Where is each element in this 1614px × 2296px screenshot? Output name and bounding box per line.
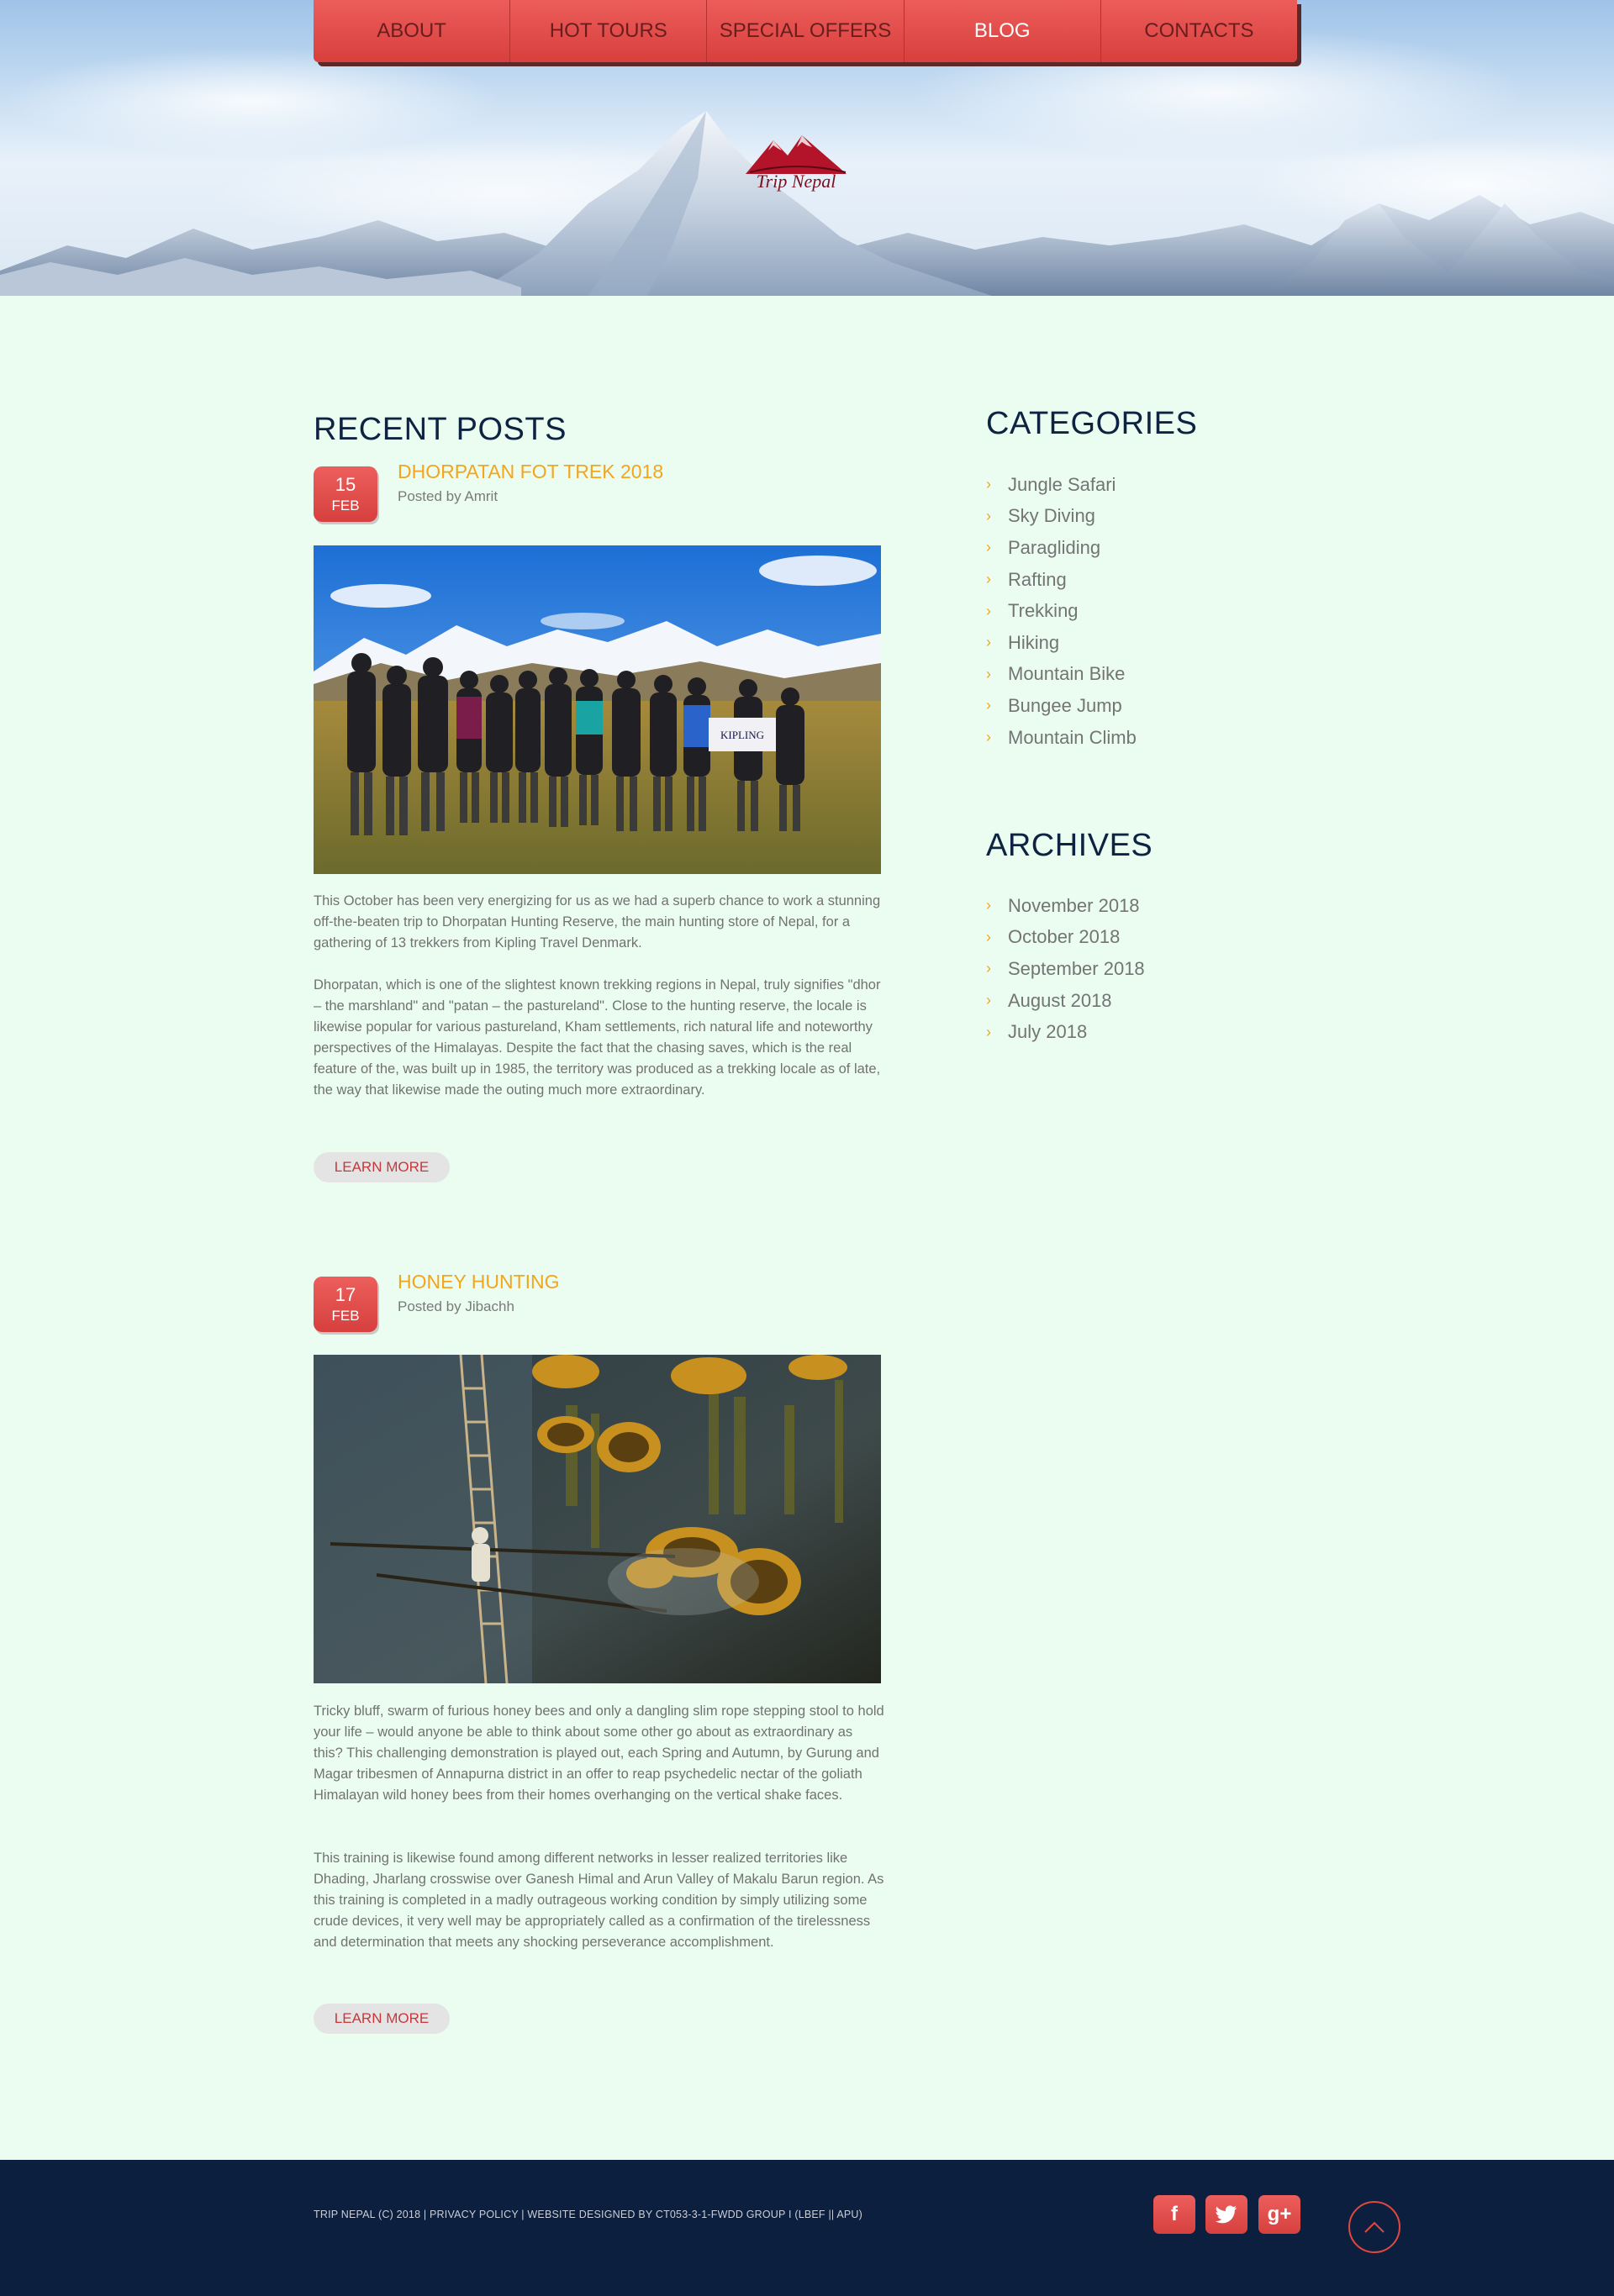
back-to-top-button[interactable] bbox=[1348, 2201, 1400, 2253]
chevron-right-icon: › bbox=[986, 1023, 991, 1040]
post-day: 17 bbox=[335, 1284, 356, 1305]
chevron-right-icon: › bbox=[986, 602, 991, 619]
archive-item[interactable]: › October 2018 bbox=[986, 922, 1145, 954]
post-excerpt: This October has been very energizing fo… bbox=[314, 893, 881, 951]
chevron-right-icon: › bbox=[986, 665, 991, 682]
post-title[interactable]: HONEY HUNTING bbox=[398, 1271, 560, 1293]
archives-title: ARCHIVES bbox=[986, 828, 1153, 863]
category-item[interactable]: › Mountain Bike bbox=[986, 659, 1137, 691]
category-item[interactable]: › Trekking bbox=[986, 595, 1137, 627]
google-plus-icon[interactable]: g+ bbox=[1258, 2195, 1300, 2234]
category-item[interactable]: › Mountain Climb bbox=[986, 722, 1137, 754]
chevron-right-icon: › bbox=[986, 697, 991, 714]
kipling-banner-text: KIPLING bbox=[720, 729, 764, 741]
category-item[interactable]: › Paragliding bbox=[986, 532, 1137, 564]
chevron-right-icon: › bbox=[986, 897, 991, 914]
archive-item[interactable]: › August 2018 bbox=[986, 985, 1145, 1017]
footer-copyright[interactable]: TRIP NEPAL (C) 2018 | PRIVACY POLICY | W… bbox=[314, 2209, 862, 2220]
chevron-right-icon: › bbox=[986, 539, 991, 556]
site-logo[interactable]: Trip Nepal bbox=[741, 130, 851, 197]
post-excerpt: This training is likewise found among di… bbox=[314, 1851, 884, 1950]
category-item[interactable]: › Sky Diving bbox=[986, 501, 1137, 533]
post-excerpt: Tricky bluff, swarm of furious honey bee… bbox=[314, 1704, 884, 1803]
archive-item[interactable]: › November 2018 bbox=[986, 890, 1145, 922]
category-item[interactable]: › Rafting bbox=[986, 564, 1137, 596]
nav-item-about[interactable]: ABOUT bbox=[314, 0, 511, 62]
post-month: FEB bbox=[331, 498, 360, 513]
categories-list: › Jungle Safari › Sky Diving › Paragliding … bbox=[986, 469, 1137, 753]
nav-item-contacts[interactable]: CONTACTS bbox=[1101, 0, 1297, 62]
logo-text: Trip Nepal bbox=[756, 171, 836, 192]
chevron-right-icon: › bbox=[986, 928, 991, 945]
category-item[interactable]: › Jungle Safari bbox=[986, 469, 1137, 501]
post-date-badge: 17 FEB bbox=[314, 1277, 377, 1332]
trekking-group-photo: KIPLING bbox=[314, 545, 881, 874]
post-excerpt: Dhorpatan, which is one of the slightest… bbox=[314, 977, 881, 1098]
chevron-right-icon: › bbox=[986, 960, 991, 977]
chevron-right-icon: › bbox=[986, 992, 991, 1009]
chevron-up-icon bbox=[1364, 2221, 1385, 2233]
nav-item-hot-tours[interactable]: HOT TOURS bbox=[510, 0, 708, 62]
learn-more-button[interactable]: LEARN MORE bbox=[314, 1152, 450, 1182]
honey-hunting-photo bbox=[314, 1355, 881, 1683]
post-day: 15 bbox=[335, 474, 356, 495]
post-image-honey-hunting[interactable] bbox=[314, 1355, 881, 1683]
category-item[interactable]: › Hiking bbox=[986, 627, 1137, 659]
archive-item[interactable]: › September 2018 bbox=[986, 953, 1145, 985]
chevron-right-icon: › bbox=[986, 476, 991, 493]
chevron-right-icon: › bbox=[986, 634, 991, 651]
chevron-right-icon: › bbox=[986, 507, 991, 524]
archives-list: › November 2018 › October 2018 › September … bbox=[986, 890, 1145, 1048]
learn-more-button[interactable]: LEARN MORE bbox=[314, 2004, 450, 2034]
chevron-right-icon: › bbox=[986, 571, 991, 588]
post-title[interactable]: DHORPATAN FOT TREK 2018 bbox=[398, 461, 663, 483]
chevron-right-icon: › bbox=[986, 729, 991, 746]
twitter-bird-icon bbox=[1216, 2205, 1237, 2224]
post-author: Posted by Amrit bbox=[398, 488, 498, 504]
post-author: Posted by Jibachh bbox=[398, 1298, 514, 1314]
archive-item[interactable]: › July 2018 bbox=[986, 1016, 1145, 1048]
recent-posts-title: RECENT POSTS bbox=[314, 412, 567, 447]
main-navigation: ABOUT HOT TOURS SPECIAL OFFERS BLOG CONT… bbox=[314, 0, 1297, 62]
nav-item-blog[interactable]: BLOG bbox=[905, 0, 1101, 62]
post-month: FEB bbox=[331, 1308, 360, 1324]
post-image-trekkers[interactable]: KIPLING bbox=[314, 545, 881, 874]
nav-item-special-offers[interactable]: SPECIAL OFFERS bbox=[707, 0, 905, 62]
post-date-badge: 15 FEB bbox=[314, 466, 377, 522]
twitter-icon[interactable] bbox=[1205, 2195, 1247, 2234]
categories-title: CATEGORIES bbox=[986, 406, 1198, 441]
category-item[interactable]: › Bungee Jump bbox=[986, 690, 1137, 722]
facebook-icon[interactable]: f bbox=[1153, 2195, 1195, 2234]
